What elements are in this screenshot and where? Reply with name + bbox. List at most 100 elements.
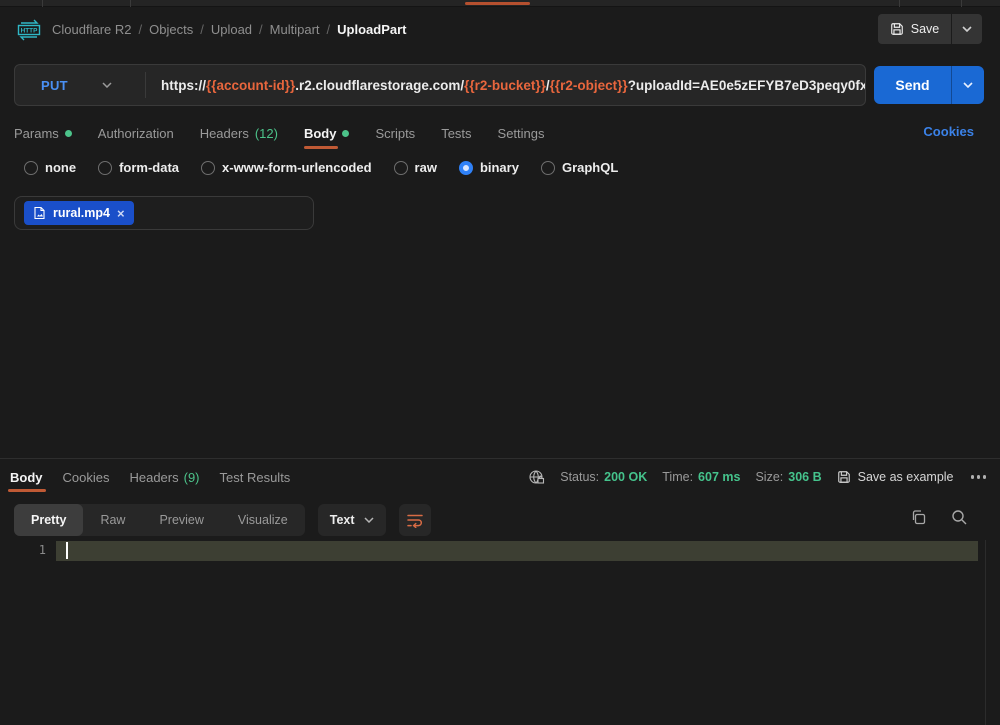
- response-meta: Status: 200 OK Time: 607 ms Size: 306 B …: [528, 462, 988, 492]
- response-tab-test-results[interactable]: Test Results: [220, 470, 291, 485]
- wrap-text-button[interactable]: [399, 504, 431, 536]
- radio-form-data[interactable]: form-data: [98, 160, 179, 175]
- response-toolbar: Pretty Raw Preview Visualize Text: [14, 503, 431, 537]
- top-tab-strip: [0, 0, 1000, 7]
- view-mode-raw[interactable]: Raw: [83, 504, 142, 536]
- url-template-variable: {{account-id}}: [206, 78, 295, 93]
- breadcrumb-item[interactable]: Upload: [211, 22, 252, 37]
- body-type-options: none form-data x-www-form-urlencoded raw…: [24, 160, 618, 175]
- tab-separator: [961, 0, 962, 7]
- svg-text:HTTP: HTTP: [21, 28, 38, 35]
- response-tab-headers[interactable]: Headers (9): [129, 470, 199, 485]
- send-split-button: Send: [874, 66, 984, 104]
- file-chip[interactable]: rural.mp4 ×: [24, 201, 134, 225]
- view-mode-switcher: Pretty Raw Preview Visualize: [14, 504, 305, 536]
- response-body-tools: [910, 509, 968, 526]
- save-as-example-label: Save as example: [858, 470, 954, 484]
- view-mode-preview[interactable]: Preview: [142, 504, 220, 536]
- save-icon: [837, 470, 851, 484]
- radio-label: raw: [415, 160, 437, 175]
- method-selector[interactable]: PUT: [15, 65, 145, 105]
- language-label: Text: [330, 513, 355, 527]
- time-label: Time:: [662, 470, 693, 484]
- copy-icon[interactable]: [910, 509, 927, 526]
- tab-params[interactable]: Params: [14, 126, 72, 141]
- tab-label: Headers: [200, 126, 249, 141]
- breadcrumb-separator: /: [200, 22, 204, 37]
- search-icon[interactable]: [951, 509, 968, 526]
- save-split-button: Save: [878, 14, 982, 44]
- radio-raw[interactable]: raw: [394, 160, 437, 175]
- line-number: 1: [0, 543, 46, 557]
- tab-label: Cookies: [63, 470, 110, 485]
- view-mode-pretty[interactable]: Pretty: [14, 504, 83, 536]
- tab-body[interactable]: Body: [304, 126, 350, 141]
- time-group: Time: 607 ms: [662, 470, 740, 484]
- segment-label: Preview: [159, 513, 203, 527]
- status-label: Status:: [560, 470, 599, 484]
- response-body-editor[interactable]: 1: [0, 540, 1000, 725]
- save-options-button[interactable]: [952, 14, 982, 44]
- save-as-example-button[interactable]: Save as example: [837, 470, 954, 484]
- save-icon: [890, 22, 904, 36]
- send-options-button[interactable]: [952, 66, 984, 104]
- tab-scripts[interactable]: Scripts: [375, 126, 415, 141]
- editor-scrollbar[interactable]: [985, 540, 986, 725]
- url-segment: ?uploadId=AE0e5zEFYB7eD3peqy0fx2LJBPI: [628, 78, 865, 93]
- status-value[interactable]: 200 OK: [604, 470, 647, 484]
- breadcrumb-separator: /: [139, 22, 143, 37]
- radio-graphql[interactable]: GraphQL: [541, 160, 618, 175]
- binary-file-input[interactable]: rural.mp4 ×: [14, 196, 314, 230]
- size-label: Size:: [755, 470, 783, 484]
- tab-label: Headers: [129, 470, 178, 485]
- breadcrumb-item[interactable]: Objects: [149, 22, 193, 37]
- save-button[interactable]: Save: [878, 14, 951, 44]
- chevron-down-icon: [102, 82, 112, 88]
- tab-headers[interactable]: Headers (12): [200, 126, 278, 141]
- breadcrumb-item[interactable]: Multipart: [270, 22, 320, 37]
- tab-separator: [130, 0, 131, 7]
- radio-none[interactable]: none: [24, 160, 76, 175]
- radio-x-www-form-urlencoded[interactable]: x-www-form-urlencoded: [201, 160, 372, 175]
- more-actions-icon[interactable]: [969, 471, 989, 483]
- view-mode-visualize[interactable]: Visualize: [221, 504, 305, 536]
- response-tabs: Body Cookies Headers (9) Test Results: [10, 462, 290, 492]
- response-headers-count: (9): [184, 470, 200, 485]
- breadcrumb-separator: /: [327, 22, 331, 37]
- remove-file-icon[interactable]: ×: [117, 207, 125, 220]
- tab-settings[interactable]: Settings: [498, 126, 545, 141]
- url-input[interactable]: https://{{account-id}}.r2.cloudflarestor…: [146, 78, 865, 93]
- network-info-icon[interactable]: [528, 469, 545, 486]
- radio-icon: [24, 161, 38, 175]
- language-dropdown[interactable]: Text: [318, 504, 386, 536]
- breadcrumb-item[interactable]: Cloudflare R2: [52, 22, 132, 37]
- response-section-divider: [0, 458, 1000, 459]
- tab-authorization[interactable]: Authorization: [98, 126, 174, 141]
- breadcrumb: Cloudflare R2 / Objects / Upload / Multi…: [52, 22, 406, 37]
- headers-count: (12): [255, 126, 278, 141]
- response-tab-cookies[interactable]: Cookies: [63, 470, 110, 485]
- tab-separator: [42, 0, 43, 7]
- tab-label: Test Results: [220, 470, 291, 485]
- size-value[interactable]: 306 B: [788, 470, 821, 484]
- app-window: HTTP Cloudflare R2 / Objects / Upload / …: [0, 0, 1000, 725]
- tab-label: Body: [304, 126, 337, 141]
- http-request-icon: HTTP: [16, 19, 42, 41]
- radio-icon: [394, 161, 408, 175]
- radio-icon: [98, 161, 112, 175]
- segment-label: Raw: [100, 513, 125, 527]
- tab-label: Authorization: [98, 126, 174, 141]
- radio-binary[interactable]: binary: [459, 160, 519, 175]
- send-button[interactable]: Send: [874, 66, 951, 104]
- active-line-highlight: [56, 541, 978, 561]
- segment-label: Pretty: [31, 513, 66, 527]
- tab-label: Body: [10, 470, 43, 485]
- radio-icon: [541, 161, 555, 175]
- cookies-link[interactable]: Cookies: [923, 124, 974, 139]
- active-tab-underline: [8, 489, 46, 492]
- time-value[interactable]: 607 ms: [698, 470, 740, 484]
- response-tab-body[interactable]: Body: [10, 470, 43, 485]
- url-segment: .r2.cloudflarestorage.com/: [295, 78, 464, 93]
- tab-tests[interactable]: Tests: [441, 126, 471, 141]
- wrap-text-icon: [406, 512, 424, 528]
